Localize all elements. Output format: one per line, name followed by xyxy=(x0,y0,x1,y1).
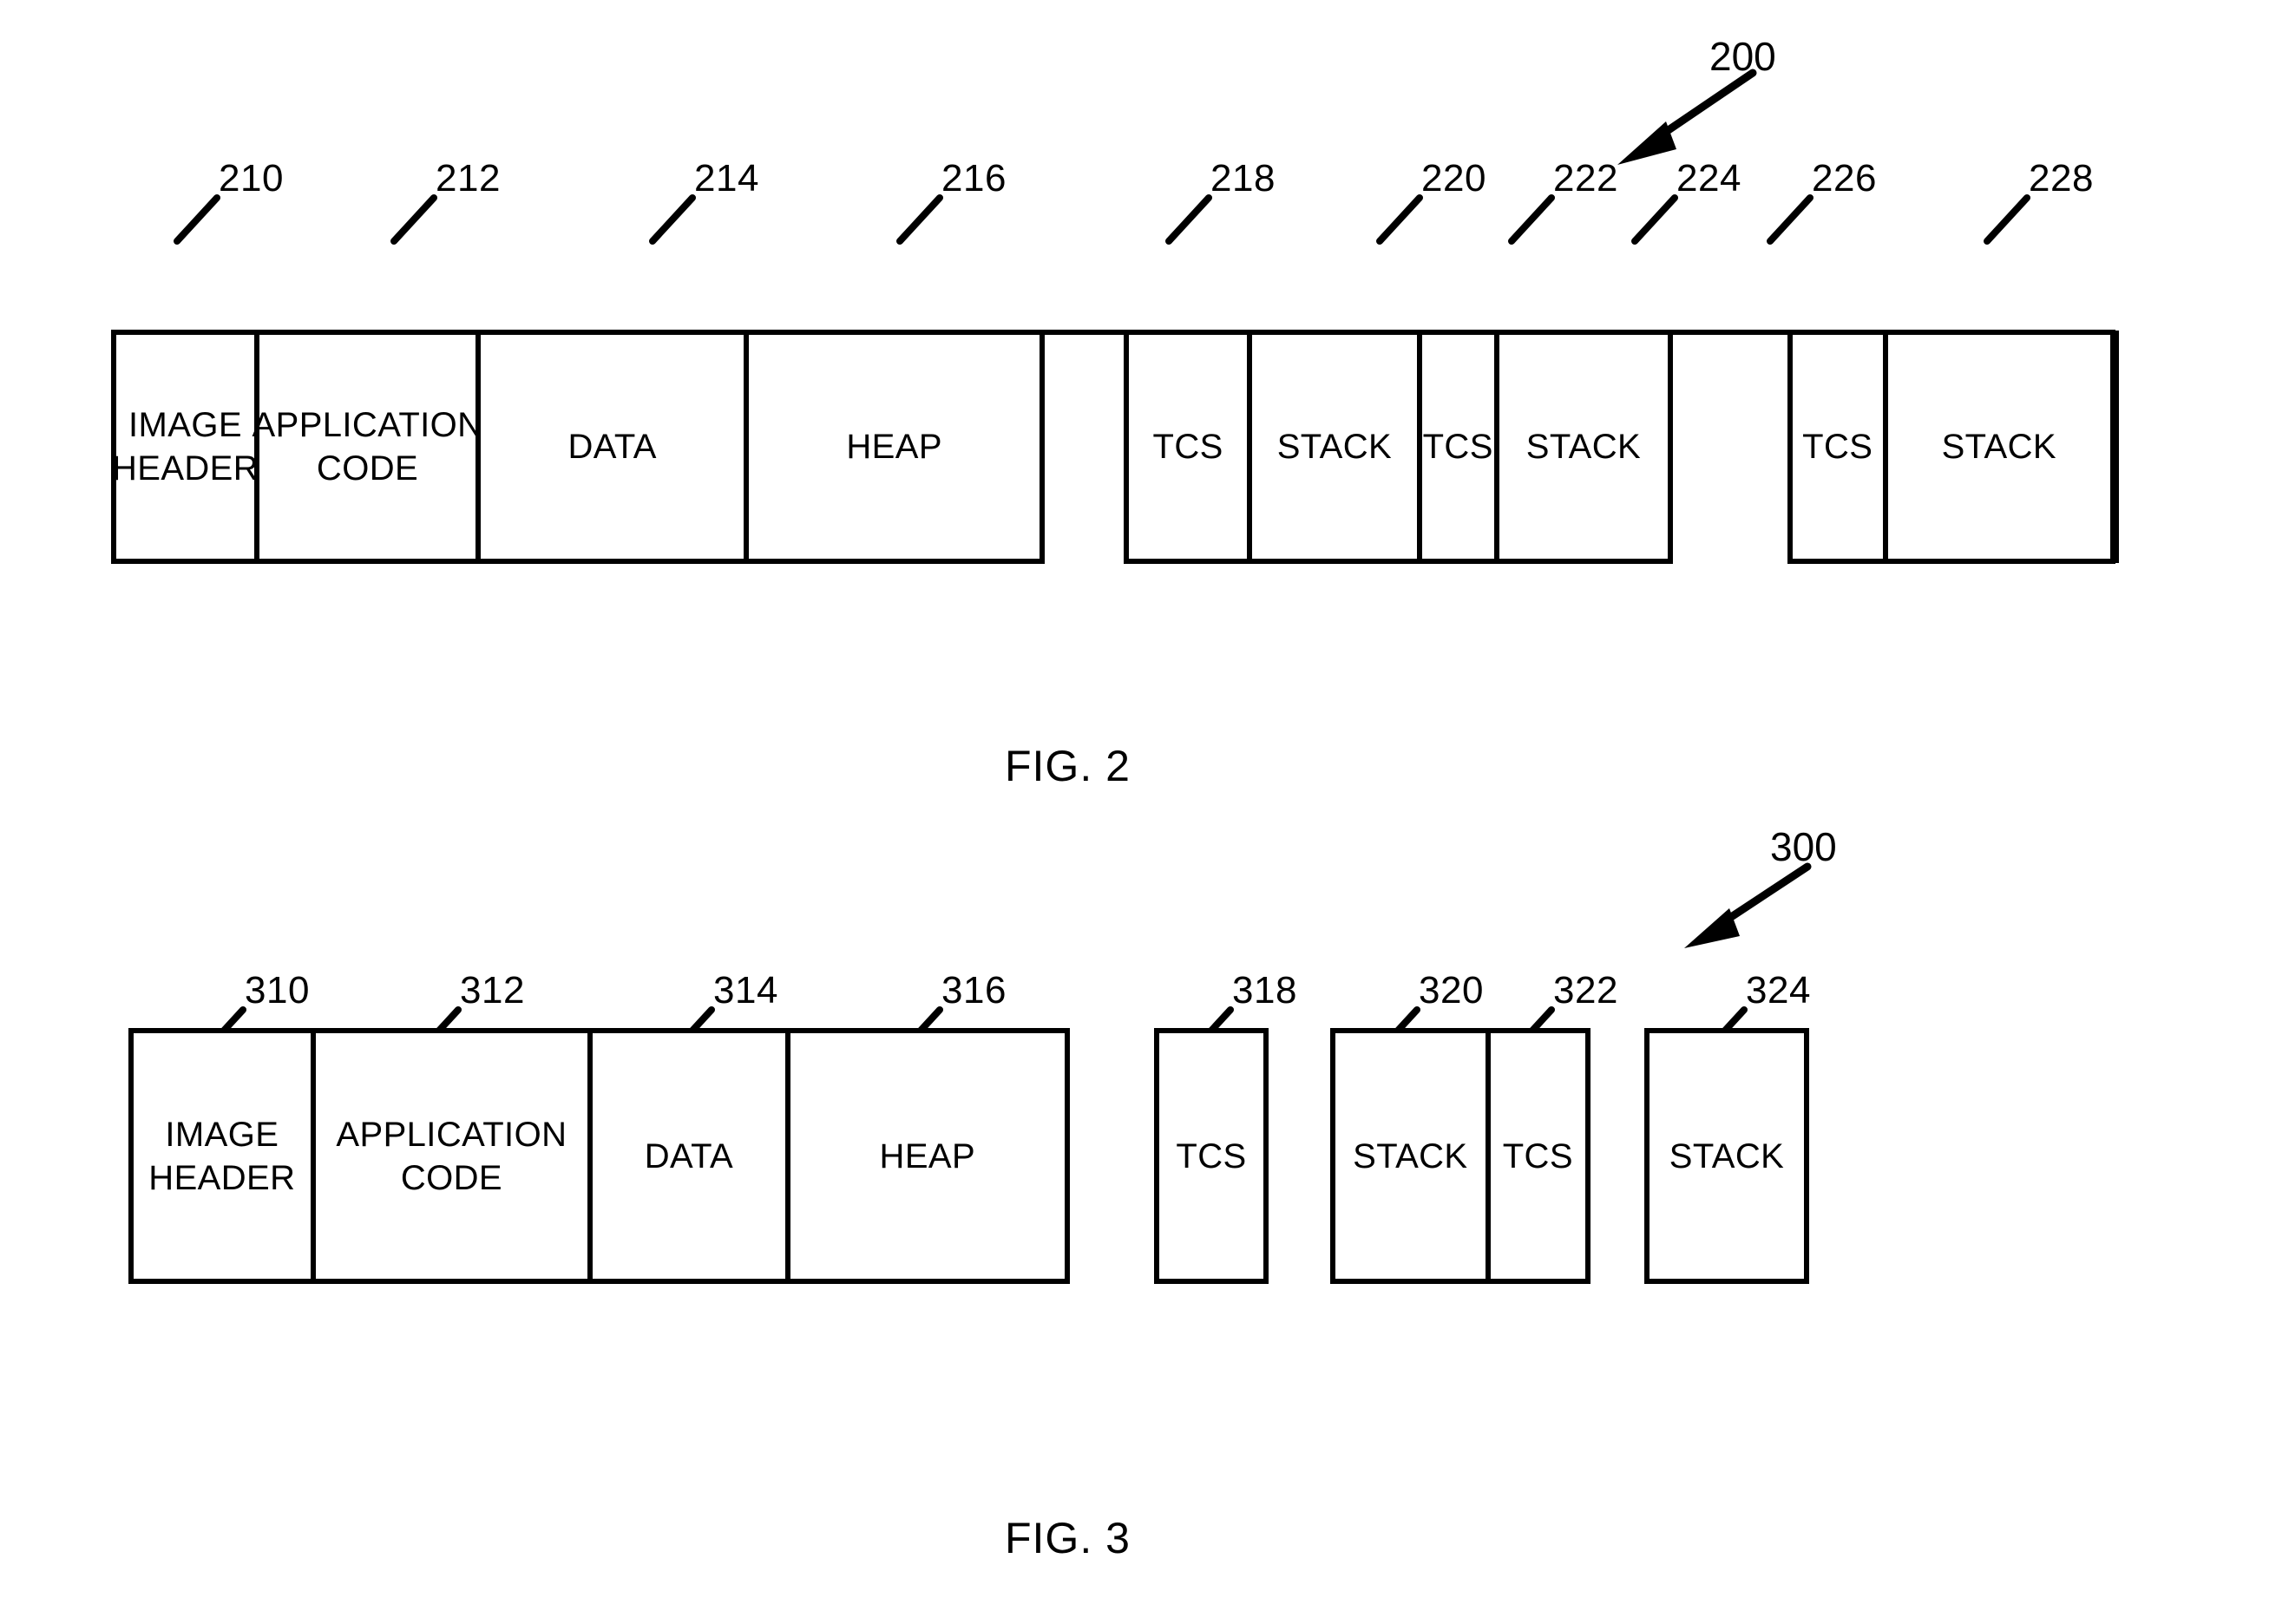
fig3-ref-310: 310 xyxy=(245,969,310,1012)
fig3-callout-300: 300 xyxy=(1679,811,1905,948)
fig2-leader-222 xyxy=(1508,193,1555,245)
fig2-cell-heap: HEAP xyxy=(749,335,1040,559)
fig2-leader-226 xyxy=(1767,193,1813,245)
fig2-bar-group-image: IMAGE HEADER APPLICATION CODE DATA HEAP xyxy=(111,330,1045,564)
fig2-cell-application-code: APPLICATION CODE xyxy=(253,335,482,559)
fig2-cell-stack-220-label: STACK xyxy=(1276,428,1393,466)
fig2-ref-224: 224 xyxy=(1676,157,1741,200)
fig2-cell-tcs-222: TCS xyxy=(1421,335,1499,559)
fig2-ref-226: 226 xyxy=(1812,157,1877,200)
fig3-ref-312: 312 xyxy=(460,969,525,1012)
fig3-cell-stack-324-label: STACK xyxy=(1669,1136,1785,1175)
fig3-ref-320: 320 xyxy=(1419,969,1484,1012)
fig2-cell-stack-228: STACK xyxy=(1887,335,2110,559)
fig2-leader-220 xyxy=(1376,193,1423,245)
fig2-leader-210 xyxy=(174,193,220,245)
fig3-cell-data: DATA xyxy=(593,1033,790,1279)
fig2-caption: FIG. 2 xyxy=(1005,742,1131,790)
fig3-cell-image-header-label: IMAGE HEADER xyxy=(148,1115,296,1197)
fig2-ref-216: 216 xyxy=(941,157,1007,200)
fig2-leader-214 xyxy=(649,193,696,245)
fig2-cell-data: DATA xyxy=(481,335,750,559)
fig2-ref-220: 220 xyxy=(1421,157,1486,200)
fig2-cell-stack-228-label: STACK xyxy=(1941,428,2056,466)
fig3-ref-322: 322 xyxy=(1553,969,1618,1012)
fig3-box-group-stack-324: STACK xyxy=(1644,1028,1809,1284)
fig3-ref-314: 314 xyxy=(713,969,778,1012)
fig2-leader-228 xyxy=(1984,193,2030,245)
fig2-bar-group-thread-1: TCS STACK TCS STACK xyxy=(1124,330,1673,564)
fig2-callout-200: 200 xyxy=(1614,19,1840,165)
fig2-rail-gap-2 xyxy=(1668,330,1793,335)
fig2-ref-210: 210 xyxy=(219,157,284,200)
fig2-ref-212: 212 xyxy=(436,157,501,200)
fig2-ref-214: 214 xyxy=(694,157,759,200)
fig3-cell-application-code-label: APPLICATION CODE xyxy=(336,1115,567,1197)
fig3-cell-tcs-318-label: TCS xyxy=(1176,1136,1247,1175)
fig2-cell-tcs-226-label: TCS xyxy=(1802,428,1873,466)
fig2-cell-tcs-218-label: TCS xyxy=(1152,428,1223,466)
fig2-cell-application-code-label: APPLICATION CODE xyxy=(252,406,483,488)
fig2-ref-222: 222 xyxy=(1553,157,1618,200)
fig2-cell-stack-224-label: STACK xyxy=(1525,428,1642,466)
fig3-ref-318: 318 xyxy=(1232,969,1297,1012)
fig3-cell-tcs-318: TCS xyxy=(1159,1033,1263,1279)
fig3-caption: FIG. 3 xyxy=(1005,1514,1131,1562)
fig2-cell-data-label: DATA xyxy=(567,428,657,466)
fig3-callout-arrow-icon xyxy=(1670,851,1835,959)
fig3-cell-heap: HEAP xyxy=(790,1033,1066,1279)
fig2-cell-heap-label: HEAP xyxy=(846,428,942,466)
fig2-callout-arrow-icon xyxy=(1605,62,1770,171)
fig3-ref-316: 316 xyxy=(941,969,1007,1012)
fig2-cell-tcs-222-label: TCS xyxy=(1422,428,1493,466)
fig3-box-group-image: IMAGE HEADER APPLICATION CODE DATA HEAP xyxy=(128,1028,1070,1284)
fig2-bar-group-thread-2: TCS STACK xyxy=(1787,330,2115,564)
fig2-leader-218 xyxy=(1165,193,1212,245)
fig2-cell-image-header: IMAGE HEADER xyxy=(112,335,259,559)
fig3-cell-image-header: IMAGE HEADER xyxy=(134,1033,316,1279)
fig2-rail-gap-1 xyxy=(1040,330,1129,335)
fig3-cell-tcs-322-label: TCS xyxy=(1502,1136,1573,1175)
fig3-box-group-stack-tcs: STACK TCS xyxy=(1330,1028,1590,1284)
fig2-leader-212 xyxy=(390,193,437,245)
fig2-ref-228: 228 xyxy=(2029,157,2094,200)
fig2-leader-216 xyxy=(896,193,943,245)
fig2-cell-tcs-218: TCS xyxy=(1129,335,1253,559)
fig2-cell-stack-224: STACK xyxy=(1499,335,1668,559)
fig3-cell-application-code: APPLICATION CODE xyxy=(315,1033,594,1279)
fig2-ref-218: 218 xyxy=(1210,157,1276,200)
fig2-cell-stack-220: STACK xyxy=(1252,335,1422,559)
fig3-cell-stack-320-label: STACK xyxy=(1353,1136,1468,1175)
fig3-cell-heap-label: HEAP xyxy=(879,1136,976,1175)
fig3-box-group-tcs-318: TCS xyxy=(1154,1028,1269,1284)
fig3-ref-324: 324 xyxy=(1746,969,1811,1012)
fig3-cell-stack-320: STACK xyxy=(1335,1033,1491,1279)
fig2-cell-tcs-226: TCS xyxy=(1793,335,1888,559)
fig2-cell-image-header-label: IMAGE HEADER xyxy=(111,406,259,488)
fig3-cell-stack-324: STACK xyxy=(1650,1033,1804,1279)
fig2-leader-224 xyxy=(1631,193,1678,245)
patent-drawing-sheet: 200 210 212 214 216 218 220 222 224 226 … xyxy=(0,0,2289,1624)
fig3-cell-tcs-322: TCS xyxy=(1490,1033,1585,1279)
fig3-cell-data-label: DATA xyxy=(644,1136,734,1175)
